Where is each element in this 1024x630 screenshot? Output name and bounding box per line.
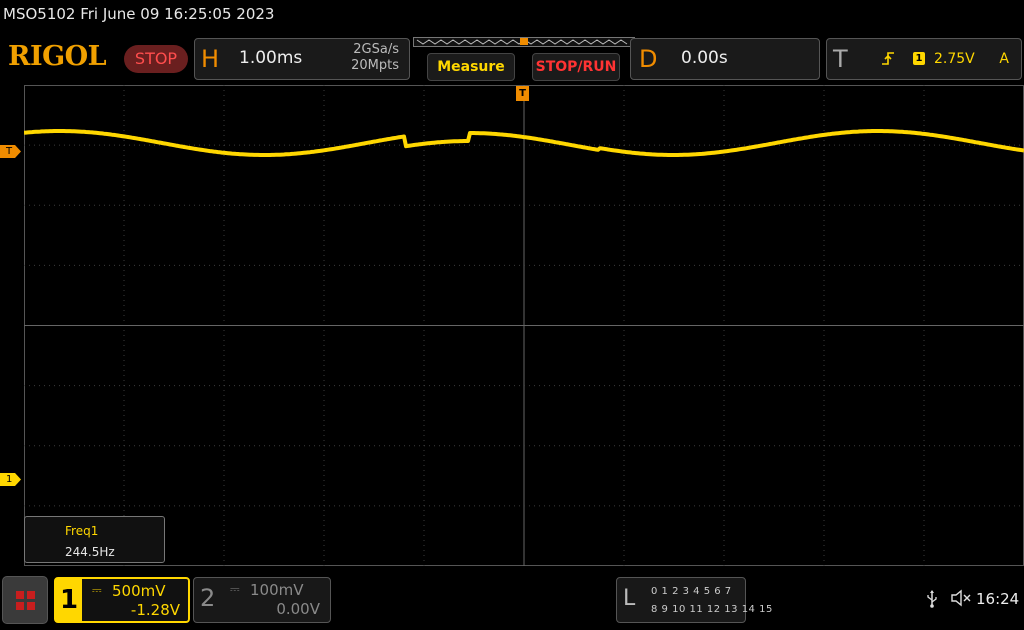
- status-line: MSO5102 Fri June 09 16:25:05 2023: [3, 5, 275, 23]
- channel-1-number: 1: [56, 579, 82, 621]
- memory-depth: 20Mpts: [351, 58, 399, 73]
- ch1-offset-label: 1: [6, 474, 13, 485]
- run-state-badge[interactable]: STOP: [124, 45, 188, 73]
- trigger-position-marker[interactable]: T: [516, 86, 529, 101]
- speaker-muted-icon[interactable]: [950, 589, 972, 611]
- channel-1-offset: -1.28V: [130, 601, 180, 619]
- channel-2-offset: 0.00V: [276, 600, 320, 618]
- clock: 16:24: [976, 590, 1020, 608]
- dc-coupling-icon: ⎓: [92, 583, 102, 597]
- measurement-value: 244.5Hz: [65, 545, 115, 559]
- channel-1-scale: 500mV: [112, 582, 166, 600]
- measure-button[interactable]: Measure: [427, 53, 515, 81]
- delay-panel[interactable]: D 0.00s: [630, 38, 820, 80]
- trigger-level-marker[interactable]: T: [0, 145, 21, 158]
- horizontal-panel[interactable]: H 1.00ms 2GSa/s 20Mpts: [194, 38, 410, 80]
- trigger-level-label: T: [6, 146, 13, 157]
- brand-logo: RIGOL: [8, 41, 107, 72]
- rising-edge-icon: [882, 52, 894, 65]
- logic-analyzer-panel[interactable]: L 0 1 2 3 4 5 6 7 8 9 10 11 12 13 14 15: [616, 577, 772, 623]
- horizontal-letter: H: [201, 45, 220, 73]
- digital-channels-row-1: 0 1 2 3 4 5 6 7: [651, 586, 732, 597]
- delay-letter: D: [639, 45, 658, 73]
- sample-rate: 2GSa/s: [353, 42, 399, 57]
- grid-menu-icon[interactable]: [2, 576, 48, 624]
- measurement-box[interactable]: Freq1 244.5Hz: [24, 516, 165, 563]
- usb-icon: [926, 590, 938, 612]
- ch1-offset-marker[interactable]: 1: [0, 473, 21, 486]
- delay-value: 0.00s: [681, 48, 728, 68]
- trigger-level: 2.75V: [934, 51, 975, 67]
- logic-analyzer-letter: L: [623, 586, 636, 611]
- digital-channels-row-2: 8 9 10 11 12 13 14 15: [651, 604, 773, 615]
- trigger-source-badge: 1: [913, 52, 925, 65]
- memory-window-indicator: [520, 38, 528, 45]
- measurement-name: Freq1: [65, 524, 99, 538]
- dc-coupling-icon: ⎓: [230, 582, 240, 596]
- timebase-value: 1.00ms: [239, 48, 303, 68]
- trigger-panel[interactable]: T 1 2.75V A: [826, 38, 1022, 80]
- channel-2-number: 2: [200, 584, 216, 612]
- channel-2-scale: 100mV: [250, 581, 304, 599]
- waveform-display[interactable]: [24, 85, 1024, 566]
- trigger-mode: A: [999, 51, 1009, 67]
- stop-run-button[interactable]: STOP/RUN: [532, 53, 620, 81]
- channel-1-panel[interactable]: 1 ⎓ 500mV -1.28V: [54, 577, 190, 623]
- trigger-letter: T: [833, 45, 848, 73]
- channel-2-panel[interactable]: 2 ⎓ 100mV 0.00V: [193, 577, 331, 623]
